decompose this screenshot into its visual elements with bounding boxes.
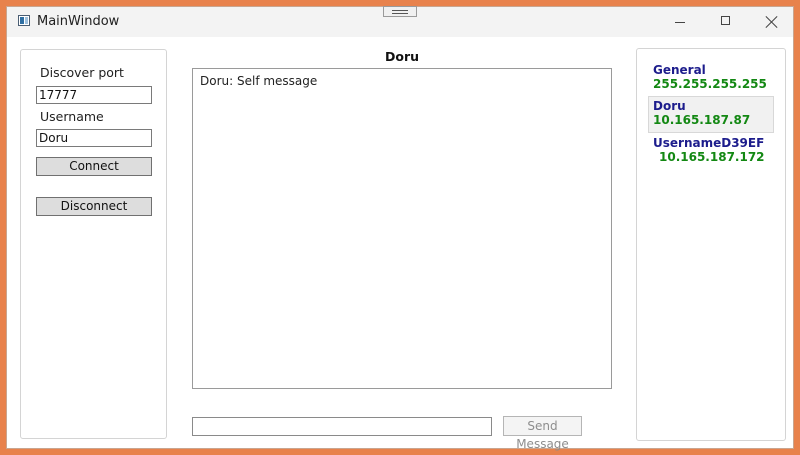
minimize-icon (675, 22, 685, 23)
app-icon (18, 15, 30, 26)
user-name: General (653, 63, 706, 77)
maximize-button[interactable] (703, 7, 749, 37)
user-ip: 10.165.187.172 (659, 150, 765, 164)
chat-title: Doru (384, 49, 420, 64)
user-name: UsernameD39EF (653, 136, 765, 150)
close-icon (765, 15, 779, 29)
discover-port-input[interactable] (36, 86, 152, 104)
disconnect-button[interactable]: Disconnect (36, 197, 152, 216)
user-name: Doru (653, 99, 686, 113)
close-button[interactable] (749, 7, 795, 37)
connection-panel: Discover port Username Connect Disconnec… (20, 49, 167, 439)
drag-grip-icon[interactable] (383, 6, 417, 17)
user-ip: 255.255.255.255 (653, 77, 767, 91)
username-input[interactable] (36, 129, 152, 147)
username-label: Username (40, 109, 104, 124)
main-window: MainWindow Discover port Username Connec… (6, 6, 795, 451)
maximize-icon (721, 16, 730, 25)
users-panel: General 255.255.255.255 Doru 10.165.187.… (636, 48, 786, 441)
user-item-usernamed39ef[interactable]: UsernameD39EF 10.165.187.172 (653, 136, 765, 164)
send-message-button[interactable]: Send Message (503, 416, 582, 451)
title-bar[interactable]: MainWindow (7, 6, 795, 37)
connect-button[interactable]: Connect (36, 157, 152, 176)
user-item-doru[interactable]: Doru 10.165.187.87 (648, 96, 774, 133)
chat-history[interactable]: Doru: Self message (192, 68, 612, 389)
user-ip: 10.165.187.87 (653, 113, 751, 127)
discover-port-label: Discover port (40, 65, 124, 80)
chat-message: Doru: Self message (200, 74, 318, 88)
user-item-general[interactable]: General 255.255.255.255 (653, 63, 767, 91)
message-input[interactable] (192, 417, 492, 436)
minimize-button[interactable] (657, 7, 703, 37)
window-title: MainWindow (37, 14, 120, 29)
